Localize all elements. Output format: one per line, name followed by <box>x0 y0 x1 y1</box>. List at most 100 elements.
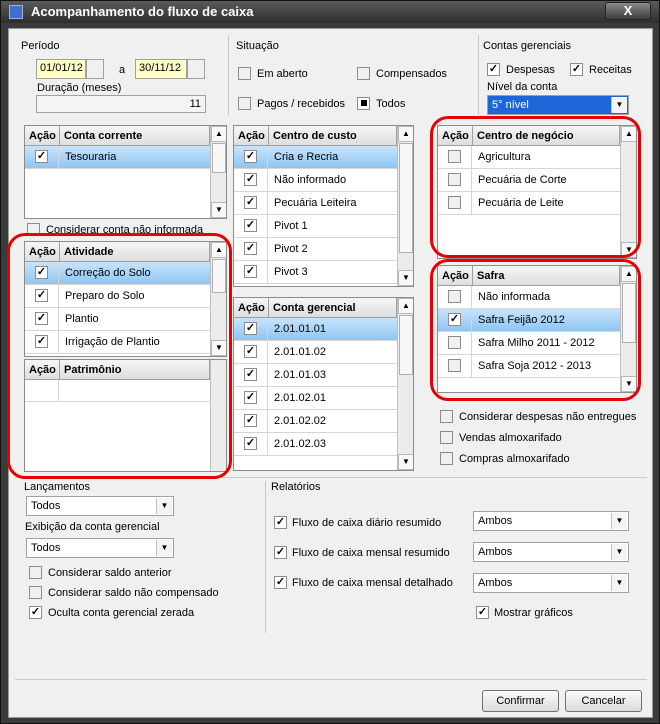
col-centro-custo[interactable]: Centro de custo <box>269 126 397 146</box>
scroll-thumb[interactable] <box>212 143 226 173</box>
r2-checkbox[interactable]: ✓ <box>274 546 287 559</box>
todos-checkbox[interactable] <box>357 97 370 110</box>
highlight-centro-negocio <box>430 116 641 258</box>
r3-label: Fluxo de caixa mensal detalhado <box>292 577 453 589</box>
scroll-up-icon[interactable]: ▲ <box>398 126 413 142</box>
scroll-down-icon[interactable]: ▼ <box>211 202 226 218</box>
r2-select[interactable]: Ambos ▼ <box>473 542 629 562</box>
r2-value: Ambos <box>478 546 513 558</box>
vendas-almox-checkbox[interactable] <box>440 431 453 444</box>
scroll-down-icon[interactable]: ▼ <box>398 270 413 286</box>
scroll-up-icon[interactable]: ▲ <box>398 298 413 314</box>
row-checkbox[interactable]: ✓ <box>244 196 257 209</box>
saldo-nao-comp-checkbox[interactable] <box>29 586 42 599</box>
col-acao[interactable]: Ação <box>234 298 269 318</box>
r3-value: Ambos <box>478 577 513 589</box>
compensados-checkbox[interactable] <box>357 67 370 80</box>
checkbox-mark-icon <box>360 100 367 106</box>
row-checkbox[interactable]: ✓ <box>244 368 257 381</box>
row-checkbox[interactable]: ✓ <box>244 391 257 404</box>
situacao-label: Situação <box>236 40 279 52</box>
separator <box>265 481 266 633</box>
table-row[interactable]: ✓ 2.01.01.02 <box>234 341 397 364</box>
periodo-end-input[interactable]: 30/11/12 <box>135 59 187 79</box>
mostrar-graficos-checkbox[interactable]: ✓ <box>476 606 489 619</box>
title-bar[interactable]: Acompanhamento do fluxo de caixa X <box>1 1 659 23</box>
despesas-nao-entregues-label: Considerar despesas não entregues <box>459 411 637 423</box>
table-row[interactable]: ✓ 2.01.01.03 <box>234 364 397 387</box>
exibicao-label: Exibição da conta gerencial <box>25 521 160 533</box>
lancamentos-select[interactable]: Todos ▼ <box>26 496 174 516</box>
scroll-thumb[interactable] <box>399 143 413 253</box>
scroll-down-icon[interactable]: ▼ <box>398 454 413 470</box>
table-row[interactable]: ✓ Pivot 3 <box>234 261 397 284</box>
r1-select[interactable]: Ambos ▼ <box>473 511 629 531</box>
app-icon <box>9 5 23 19</box>
table-row[interactable]: ✓ Cria e Recria <box>234 146 397 169</box>
relatorios-label: Relatórios <box>271 481 321 493</box>
row-checkbox[interactable]: ✓ <box>244 345 257 358</box>
row-checkbox[interactable]: ✓ <box>35 150 48 163</box>
saldo-nao-comp-label: Considerar saldo não compensado <box>48 587 219 599</box>
vertical-scrollbar[interactable]: ▲ ▼ <box>210 126 226 218</box>
row-checkbox[interactable]: ✓ <box>244 414 257 427</box>
col-acao[interactable]: Ação <box>25 126 60 146</box>
confirmar-button[interactable]: Confirmar <box>482 690 559 712</box>
saldo-anterior-checkbox[interactable] <box>29 566 42 579</box>
pagos-checkbox[interactable] <box>238 97 251 110</box>
row-label: Pecuária Leiteira <box>274 197 357 209</box>
receitas-checkbox[interactable]: ✓ <box>570 63 583 76</box>
scroll-thumb[interactable] <box>399 315 413 375</box>
periodo-start-input[interactable]: 01/01/12 <box>36 59 86 79</box>
table-row[interactable]: ✓ 2.01.02.02 <box>234 410 397 433</box>
exibicao-select[interactable]: Todos ▼ <box>26 538 174 558</box>
row-checkbox[interactable]: ✓ <box>244 242 257 255</box>
periodo-end-dropdown[interactable] <box>187 59 205 79</box>
row-checkbox[interactable]: ✓ <box>244 322 257 335</box>
grid-header: Ação Centro de custo <box>234 126 397 146</box>
cancelar-button[interactable]: Cancelar <box>565 690 642 712</box>
table-row[interactable]: ✓ Não informado <box>234 169 397 192</box>
col-acao[interactable]: Ação <box>234 126 269 146</box>
r3-checkbox[interactable]: ✓ <box>274 576 287 589</box>
r3-select[interactable]: Ambos ▼ <box>473 573 629 593</box>
table-row[interactable]: ✓ Pivot 1 <box>234 215 397 238</box>
table-row[interactable]: ✓ 2.01.02.03 <box>234 433 397 456</box>
vendas-almox-label: Vendas almoxarifado <box>459 432 562 444</box>
table-row[interactable]: ✓ 2.01.01.01 <box>234 318 397 341</box>
mostrar-graficos-label: Mostrar gráficos <box>494 607 573 619</box>
row-label: Pivot 2 <box>274 243 308 255</box>
row-label: Pivot 3 <box>274 266 308 278</box>
col-conta-corrente[interactable]: Conta corrente <box>60 126 210 146</box>
row-checkbox[interactable]: ✓ <box>244 219 257 232</box>
row-label: Pivot 1 <box>274 220 308 232</box>
highlight-atividade-patrimonio <box>7 233 232 479</box>
table-row[interactable]: ✓ 2.01.02.01 <box>234 387 397 410</box>
scroll-up-icon[interactable]: ▲ <box>211 126 226 142</box>
periodo-start-dropdown[interactable] <box>86 59 104 79</box>
table-row[interactable]: ✓ Pivot 2 <box>234 238 397 261</box>
row-checkbox[interactable]: ✓ <box>244 265 257 278</box>
compras-almox-label: Compras almoxarifado <box>459 453 570 465</box>
oculta-zerada-checkbox[interactable]: ✓ <box>29 606 42 619</box>
despesas-nao-entregues-checkbox[interactable] <box>440 410 453 423</box>
table-row[interactable]: ✓ Pecuária Leiteira <box>234 192 397 215</box>
vertical-scrollbar[interactable]: ▲ ▼ <box>397 298 413 470</box>
periodo-label: Período <box>21 40 60 52</box>
separator <box>478 35 479 115</box>
chevron-down-icon: ▼ <box>611 544 627 560</box>
close-button[interactable]: X <box>605 2 651 20</box>
em-aberto-checkbox[interactable] <box>238 67 251 80</box>
r1-checkbox[interactable]: ✓ <box>274 516 287 529</box>
highlight-safra <box>430 259 641 401</box>
compras-almox-checkbox[interactable] <box>440 452 453 465</box>
row-checkbox[interactable]: ✓ <box>244 150 257 163</box>
despesas-checkbox[interactable]: ✓ <box>487 63 500 76</box>
row-label: 2.01.01.03 <box>274 369 326 381</box>
nivel-select[interactable]: 5° nível ▼ <box>487 95 629 115</box>
table-row[interactable]: ✓ Tesouraria <box>25 146 210 169</box>
col-conta-gerencial[interactable]: Conta gerencial <box>269 298 397 318</box>
row-checkbox[interactable]: ✓ <box>244 437 257 450</box>
vertical-scrollbar[interactable]: ▲ ▼ <box>397 126 413 286</box>
row-checkbox[interactable]: ✓ <box>244 173 257 186</box>
